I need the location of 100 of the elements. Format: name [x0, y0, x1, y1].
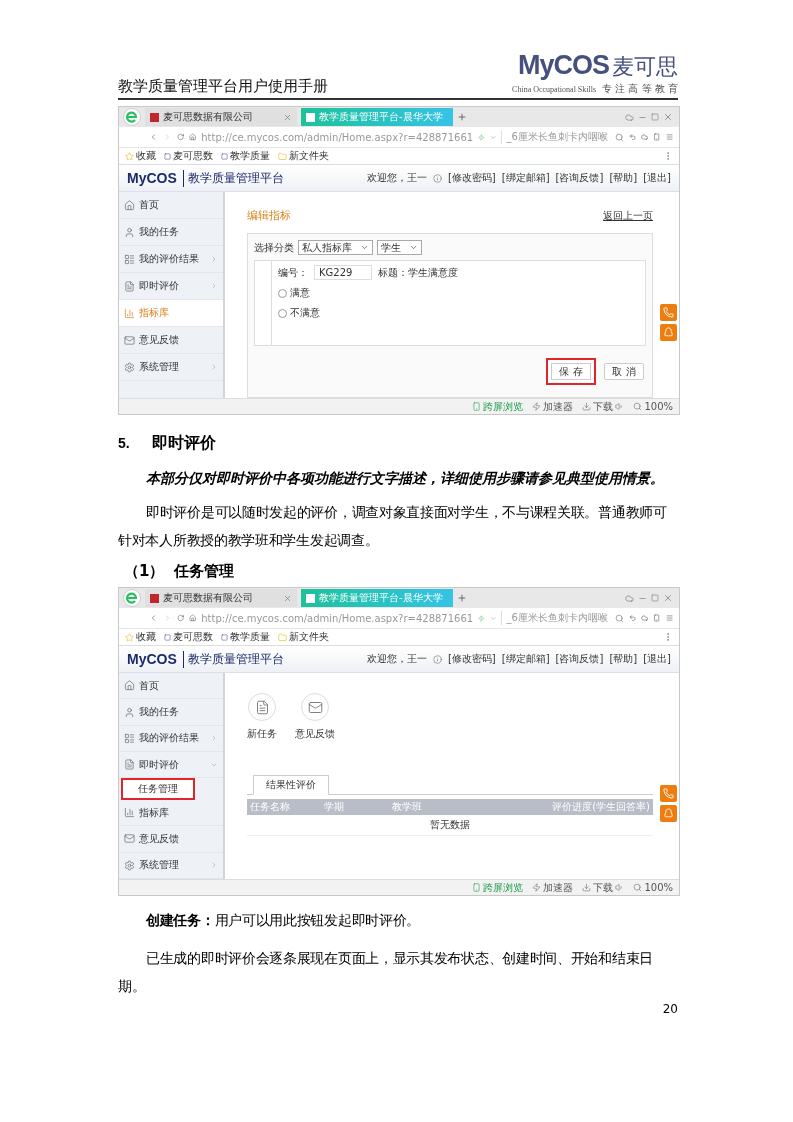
user-icon	[124, 706, 135, 718]
welcome-text: 欢迎您，王一	[366, 171, 427, 185]
chevron-down-icon	[409, 243, 418, 252]
phone-button[interactable]	[660, 304, 677, 321]
bookmark[interactable]: 收藏	[125, 149, 156, 163]
status-item[interactable]: 加速器	[532, 399, 574, 414]
new-tab-icon[interactable]	[457, 593, 467, 603]
sidebar-item[interactable]: 系统管理	[119, 852, 223, 879]
header-link[interactable]: [修改密码]	[447, 652, 496, 666]
mail-icon	[307, 699, 323, 715]
paragraph: 创建任务：用户可以用此按钮发起即时评价。	[145, 911, 422, 930]
subsection-heading: 任务管理	[174, 562, 235, 581]
new-tab-icon[interactable]	[457, 112, 467, 122]
header-link[interactable]: [帮助]	[609, 652, 638, 666]
chat-button[interactable]	[660, 805, 677, 822]
logo-name: 麦可思	[612, 53, 678, 81]
bookmark[interactable]: 新文件夹	[278, 630, 329, 644]
bookmark[interactable]: 教学质量	[221, 149, 270, 163]
maximize-icon	[651, 113, 659, 121]
header-link[interactable]: [帮助]	[609, 171, 638, 185]
bookmark-icon	[164, 152, 171, 160]
status-item[interactable]: 100%	[633, 882, 673, 893]
page-number: 20	[662, 1002, 678, 1016]
download-icon	[582, 402, 592, 411]
sidebar-item[interactable]: 首页	[119, 673, 223, 700]
header-link[interactable]: [咨询反馈]	[555, 171, 604, 185]
option-label: 不满意	[290, 306, 320, 320]
sidebar-subitem[interactable]: 任务管理	[123, 780, 193, 798]
volume-icon	[615, 883, 625, 892]
logo-tagline: 专 注 高 等 教 育	[602, 82, 678, 96]
bookmark[interactable]: 教学质量	[221, 630, 270, 644]
radio-button[interactable]	[278, 288, 287, 298]
app-title: 教学质量管理平台	[182, 169, 284, 187]
phone-icon	[663, 307, 674, 318]
bookmark[interactable]: 收藏	[125, 630, 156, 644]
bookmark[interactable]: 麦可思数	[164, 630, 213, 644]
header-link[interactable]: [退出]	[643, 171, 671, 185]
menu-icon	[665, 132, 673, 142]
close-icon	[283, 112, 292, 122]
sidebar-item[interactable]: 首页	[119, 192, 223, 219]
status-item[interactable]: 加速器	[532, 880, 574, 895]
undo-icon	[628, 132, 636, 142]
sidebar-item[interactable]: 系统管理	[119, 354, 223, 381]
radio-button[interactable]	[278, 308, 287, 318]
header-link[interactable]: [咨询反馈]	[555, 652, 604, 666]
status-item[interactable]: 下载	[582, 880, 625, 895]
bookmark[interactable]: 麦可思数	[164, 149, 213, 163]
category-select[interactable]: 学生	[377, 240, 422, 255]
form-button[interactable]: 取 消	[604, 363, 644, 380]
phone-icon	[653, 613, 661, 623]
bookmark-icon	[164, 633, 171, 641]
document-icon	[124, 759, 135, 771]
sidebar-item[interactable]: 我的任务	[119, 219, 223, 246]
bar-chart-icon	[124, 307, 135, 319]
bar-chart-icon	[124, 807, 135, 819]
close-icon	[663, 593, 673, 603]
sidebar-item[interactable]: 指标库	[119, 799, 223, 827]
form-title: 编辑指标	[247, 208, 291, 223]
sidebar-item[interactable]: 我的任务	[119, 699, 223, 726]
app-logo: MyCOS	[127, 651, 177, 667]
phone-icon	[663, 788, 674, 799]
action-label[interactable]: 意见反馈	[295, 727, 335, 741]
close-icon	[663, 112, 673, 122]
sidebar-item[interactable]: 我的评价结果	[119, 246, 223, 273]
status-item[interactable]: 下载	[582, 399, 625, 414]
user-icon	[124, 226, 135, 238]
action-label[interactable]: 新任务	[247, 727, 277, 741]
back-icon	[149, 131, 158, 143]
list-icon	[124, 732, 135, 744]
home-icon	[124, 199, 135, 211]
phone-icon	[653, 132, 661, 142]
form-button[interactable]: 保 存	[546, 358, 596, 385]
question-title: 标题：学生满意度	[378, 265, 458, 280]
search-icon	[614, 613, 624, 623]
header-link[interactable]: [退出]	[643, 652, 671, 666]
header-link[interactable]: [绑定邮箱]	[501, 171, 550, 185]
bookmark[interactable]: 新文件夹	[278, 149, 329, 163]
category-select[interactable]: 私人指标库	[298, 240, 373, 255]
sidebar-item[interactable]: 意见反馈	[119, 327, 223, 354]
chevron-down-icon	[360, 243, 369, 252]
phone-button[interactable]	[660, 785, 677, 802]
chat-button[interactable]	[660, 324, 677, 341]
bookmark-icon	[221, 152, 228, 160]
home-icon	[188, 132, 197, 142]
back-link[interactable]: 返回上一页	[603, 208, 653, 223]
logo-mark: MyCOS	[517, 50, 609, 81]
pane-tab[interactable]: 结果性评价	[253, 775, 329, 795]
header-link[interactable]: [修改密码]	[447, 171, 496, 185]
note-text: 本部分仅对即时评价中各项功能进行文字描述，详细使用步骤请参见典型使用情景。	[145, 470, 665, 488]
empty-message: 暂无数据	[247, 815, 653, 836]
paragraph: 已生成的即时评价会逐条展现在页面上，显示其发布状态、创建时间、开始和结束日期。	[118, 949, 654, 996]
sidebar-item[interactable]: 我的评价结果	[119, 725, 223, 753]
status-item[interactable]: 100%	[633, 401, 673, 412]
browser-tab[interactable]: 麦可思数据有限公司	[145, 589, 297, 607]
browser-tab[interactable]: 麦可思数据有限公司	[145, 108, 297, 126]
phone-icon	[472, 402, 482, 411]
code-field[interactable]: KG229	[314, 265, 372, 280]
option-label: 满意	[290, 286, 310, 300]
header-link[interactable]: [绑定邮箱]	[501, 652, 550, 666]
sidebar-item[interactable]: 意见反馈	[119, 826, 223, 853]
